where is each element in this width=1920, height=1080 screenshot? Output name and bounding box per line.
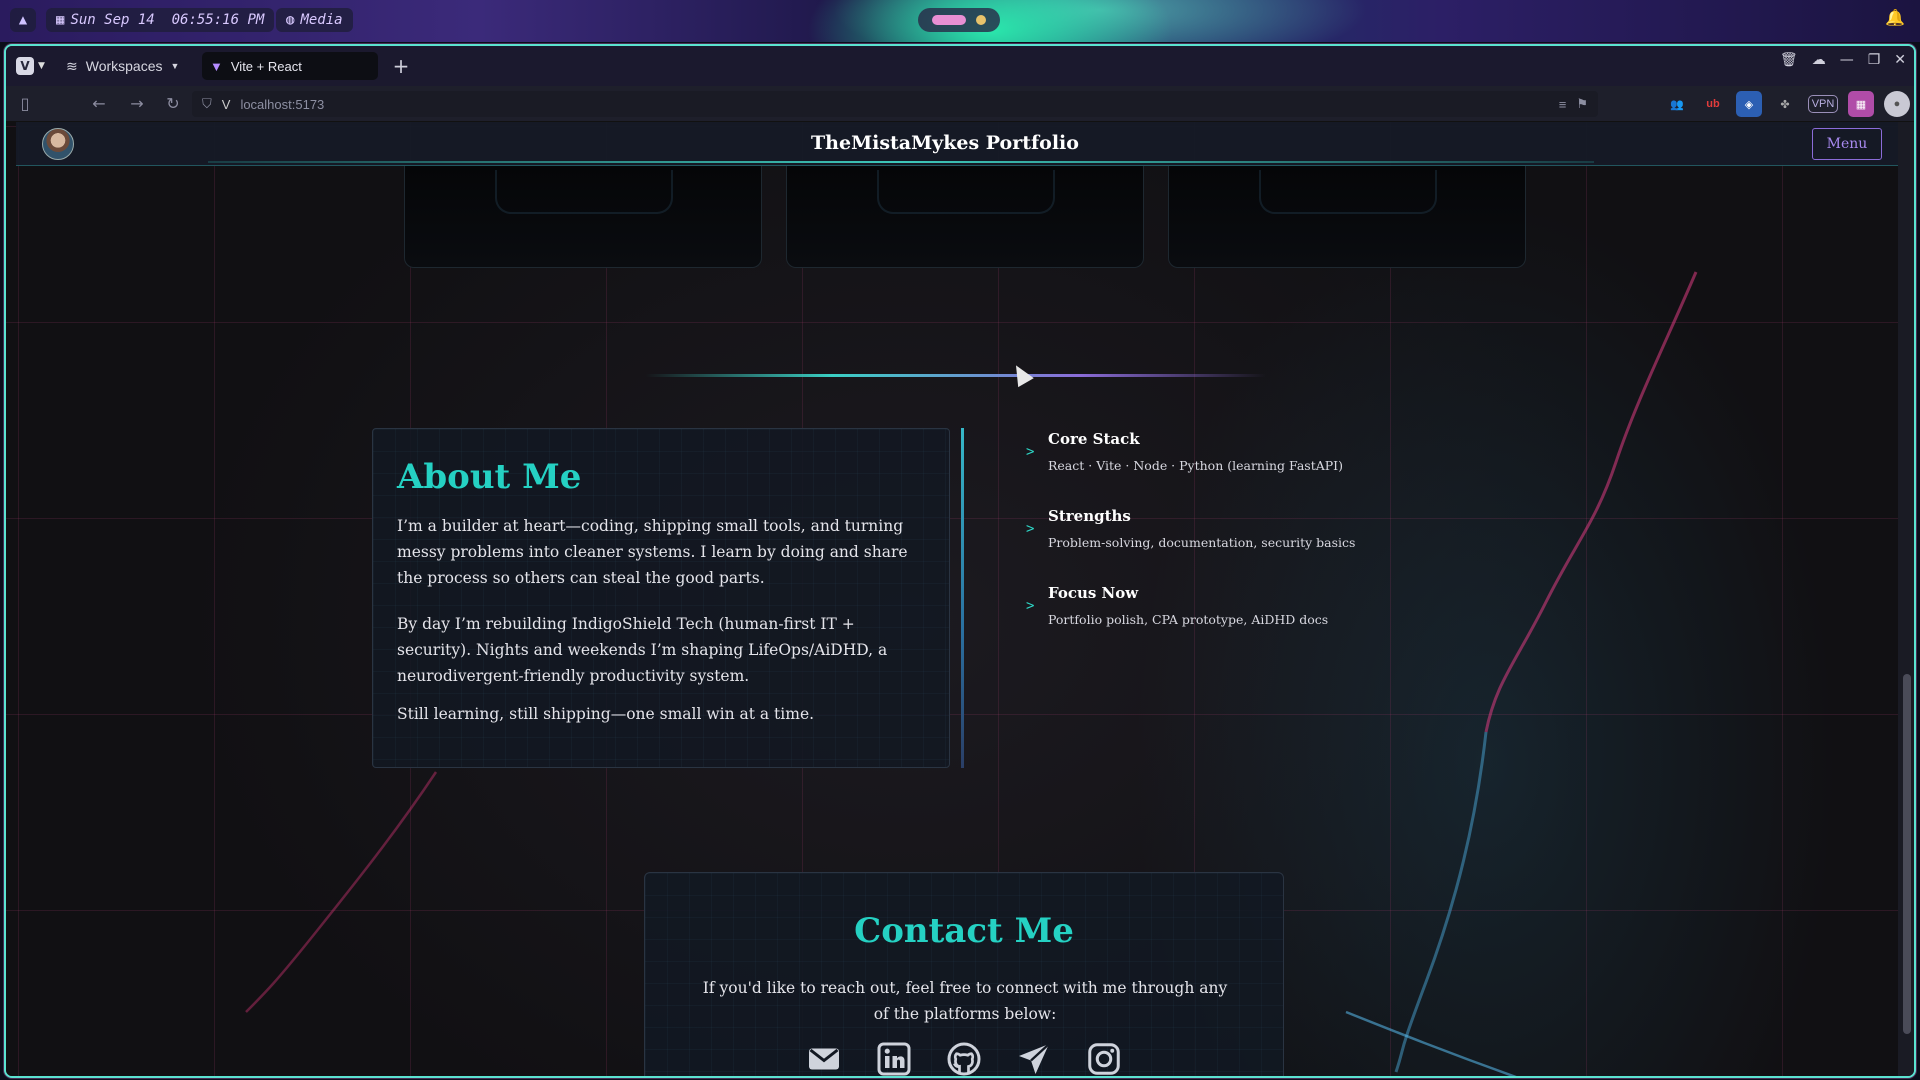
telegram-icon[interactable] xyxy=(1016,1041,1052,1076)
new-tab-button[interactable]: + xyxy=(390,54,412,78)
trash-icon[interactable]: 🗑 xyxy=(1780,52,1798,68)
browser-menu-button[interactable]: V ▼ xyxy=(16,56,50,76)
browser-window: V ▼ ≋ Workspaces ▼ ▼ Vite + React + 🗑 ☁ … xyxy=(4,44,1916,1078)
workspaces-label: Workspaces xyxy=(85,58,163,74)
launcher-button[interactable]: ▲ xyxy=(10,8,36,32)
minimize-icon[interactable]: — xyxy=(1840,52,1854,68)
section-divider xyxy=(646,374,1266,377)
globe-icon: ◍ xyxy=(286,12,295,28)
tab-strip: V ▼ ≋ Workspaces ▼ ▼ Vite + React + 🗑 ☁ … xyxy=(6,46,1914,86)
card-ghost-shape xyxy=(495,170,673,214)
extensions-area: 👥 ub ◈ ✤ VPN ▦ ● xyxy=(1664,91,1910,117)
info-title: Focus Now xyxy=(1048,584,1139,602)
tab-vite-react[interactable]: ▼ Vite + React xyxy=(202,52,378,80)
decorative-crack-blue xyxy=(1345,1010,1517,1076)
contact-links xyxy=(645,1041,1283,1076)
linkedin-icon[interactable] xyxy=(876,1041,912,1076)
project-card[interactable] xyxy=(786,166,1144,268)
about-paragraph: By day I’m rebuilding IndigoShield Tech … xyxy=(397,615,888,685)
header-underline xyxy=(208,161,1594,163)
clock-text: Sun Sep 14 06:55:16 PM xyxy=(70,12,265,28)
arch-logo-icon: ▲ xyxy=(18,12,28,28)
url-text: localhost:5173 xyxy=(240,96,325,112)
chevron-down-icon: ▼ xyxy=(170,61,180,71)
notification-bell-icon[interactable]: 🔔 xyxy=(1884,8,1906,32)
mouse-cursor-icon xyxy=(1008,360,1034,388)
close-icon[interactable]: ✕ xyxy=(1894,52,1906,68)
active-workspace-pill xyxy=(932,15,966,25)
info-title: Strengths xyxy=(1048,507,1131,525)
github-icon[interactable] xyxy=(946,1041,982,1076)
profile-avatar[interactable]: ● xyxy=(1884,91,1910,117)
card-ghost-shape xyxy=(877,170,1055,214)
shield-icon: ⛉ xyxy=(202,96,212,111)
vivaldi-logo-icon: V xyxy=(16,57,34,75)
chevron-right-icon: > xyxy=(1026,521,1035,537)
site-header: TheMistaMykes Portfolio Menu xyxy=(16,122,1902,166)
contact-text: If you'd like to reach out, feel free to… xyxy=(702,979,1228,1023)
vite-logo-icon: ▼ xyxy=(210,58,223,74)
workspace-dot xyxy=(976,15,986,25)
media-widget[interactable]: ◍ Media xyxy=(276,8,353,32)
chevron-right-icon: > xyxy=(1026,598,1035,614)
desktop-top-bar: ▲ ▦ Sun Sep 14 06:55:16 PM ◍ Media 🔔 xyxy=(0,0,1920,42)
about-card: About Me I’m a builder at heart—coding, … xyxy=(372,428,950,768)
calendar-icon: ▦ xyxy=(56,12,65,28)
forward-icon[interactable]: → xyxy=(126,93,148,115)
media-label: Media xyxy=(300,12,343,28)
calendar-extension-icon[interactable]: ▦ xyxy=(1848,91,1874,117)
address-bar[interactable]: ⛉ V localhost:5173 ≡ ⚑ xyxy=(192,91,1598,117)
info-desc: Portfolio polish, CPA prototype, AiDHD d… xyxy=(1048,612,1329,627)
window-controls: 🗑 ☁ — ❐ ✕ xyxy=(1780,52,1906,68)
browser-toolbar: ▯ ← → ↻ ⛉ V localhost:5173 ≡ ⚑ 👥 ub ◈ ✤ … xyxy=(6,86,1914,122)
project-card[interactable] xyxy=(404,166,762,268)
info-desc: Problem-solving, documentation, security… xyxy=(1048,535,1356,550)
layers-icon: ≋ xyxy=(66,57,78,74)
extension-people-icon[interactable]: 👥 xyxy=(1664,91,1690,117)
about-vertical-rule xyxy=(961,428,964,768)
info-title: Core Stack xyxy=(1048,430,1140,448)
cloud-icon[interactable]: ☁ xyxy=(1812,52,1826,68)
page-viewport: TheMistaMykes Portfolio Menu About Me I’… xyxy=(6,122,1902,1076)
chevron-down-icon: ▼ xyxy=(38,61,45,71)
workspaces-button[interactable]: ≋ Workspaces ▼ xyxy=(66,54,179,78)
puzzle-icon[interactable]: ✤ xyxy=(1772,91,1798,117)
vpn-icon[interactable]: VPN xyxy=(1808,95,1838,113)
sidebar-toggle-icon[interactable]: ▯ xyxy=(14,93,36,115)
reader-view-icon[interactable]: ≡ xyxy=(1559,97,1567,112)
site-title: TheMistaMykes Portfolio xyxy=(811,132,1079,154)
back-icon[interactable]: ← xyxy=(88,93,110,115)
chevron-right-icon: > xyxy=(1026,444,1035,460)
about-paragraph: Still learning, still shipping—one small… xyxy=(397,705,815,723)
instagram-icon[interactable] xyxy=(1086,1041,1122,1076)
contact-heading: Contact Me xyxy=(854,911,1074,951)
restore-icon[interactable]: ❐ xyxy=(1868,52,1881,68)
bookmark-icon[interactable]: ⚑ xyxy=(1576,96,1588,112)
card-ghost-shape xyxy=(1259,170,1437,214)
decorative-crack-pink xyxy=(1394,271,1698,1073)
decorative-crack-left xyxy=(245,771,438,1013)
info-desc: React · Vite · Node · Python (learning F… xyxy=(1048,458,1343,473)
extension-shield-icon[interactable]: ◈ xyxy=(1736,91,1762,117)
vivaldi-site-icon: V xyxy=(221,96,231,112)
reload-icon[interactable]: ↻ xyxy=(162,93,184,115)
ublock-icon[interactable]: ub xyxy=(1700,91,1726,117)
clock-widget[interactable]: ▦ Sun Sep 14 06:55:16 PM xyxy=(46,8,275,32)
page-scrollbar[interactable] xyxy=(1898,122,1914,1076)
project-card[interactable] xyxy=(1168,166,1526,268)
tab-title: Vite + React xyxy=(230,58,302,74)
scrollbar-thumb[interactable] xyxy=(1903,674,1911,1034)
workspace-indicator[interactable] xyxy=(918,8,1000,32)
about-heading: About Me xyxy=(397,457,582,497)
contact-card: Contact Me If you'd like to reach out, f… xyxy=(644,872,1284,1076)
about-paragraph: I’m a builder at heart—coding, shipping … xyxy=(397,517,908,587)
mail-icon[interactable] xyxy=(806,1041,842,1076)
menu-button[interactable]: Menu xyxy=(1812,128,1882,160)
